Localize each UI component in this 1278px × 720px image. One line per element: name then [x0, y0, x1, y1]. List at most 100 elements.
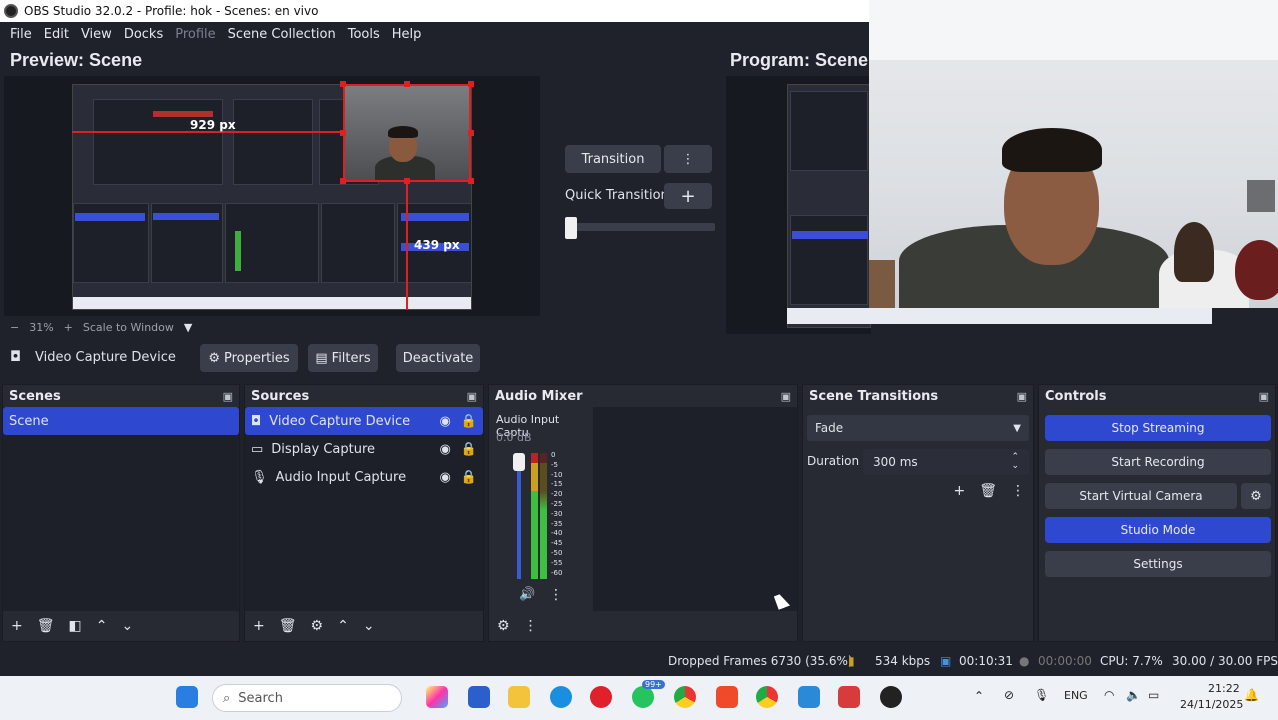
menu-view[interactable]: View: [75, 27, 118, 42]
tbar-handle[interactable]: [565, 217, 577, 239]
gear-icon[interactable]: ⚙: [311, 618, 324, 634]
transition-select[interactable]: Fade ▼: [807, 415, 1029, 441]
move-up-icon[interactable]: ⌃: [96, 618, 108, 634]
volume-slider-handle[interactable]: [513, 453, 525, 471]
more-vertical-icon[interactable]: ⋮: [524, 618, 538, 634]
popout-icon[interactable]: ▣: [223, 390, 233, 403]
tbar-slider[interactable]: [565, 223, 715, 231]
studio-mode-button[interactable]: Studio Mode: [1045, 517, 1271, 543]
copilot-icon[interactable]: [426, 686, 448, 708]
window-title: OBS Studio 32.0.2 - Profile: hok - Scene…: [24, 4, 319, 18]
db-scale-tick: -5: [551, 460, 558, 469]
brave-icon[interactable]: [716, 686, 738, 708]
add-quick-transition-button[interactable]: +: [664, 183, 712, 209]
scene-filter-icon[interactable]: ◧: [69, 618, 82, 634]
windows-start-icon[interactable]: [176, 686, 198, 708]
chrome-icon[interactable]: [674, 686, 696, 708]
network-off-icon[interactable]: ⊘: [1004, 688, 1014, 702]
sources-dock: Sources ▣ ◘ Video Capture Device ◉ 🔒 ▭ Displ…: [244, 384, 484, 642]
battery-icon[interactable]: ▭: [1148, 688, 1159, 702]
trash-icon[interactable]: 🗑: [279, 618, 297, 634]
wifi-icon[interactable]: ◠: [1104, 688, 1114, 702]
menu-scene-collection[interactable]: Scene Collection: [222, 27, 342, 42]
volume-slider-track[interactable]: [517, 453, 521, 579]
eye-icon[interactable]: ◉: [439, 470, 450, 485]
duration-value: 300 ms: [873, 455, 918, 469]
program-canvas: [726, 76, 871, 334]
trash-icon[interactable]: 🗑: [979, 483, 997, 499]
microphone-icon[interactable]: 🎙: [1034, 688, 1049, 702]
stream-time: 00:10:31: [959, 654, 1013, 668]
speaker-icon[interactable]: 🔊: [519, 587, 535, 602]
filters-button[interactable]: ▤ Filters: [308, 344, 378, 372]
more-vertical-icon[interactable]: ⋮: [549, 587, 563, 603]
whatsapp-icon[interactable]: [632, 686, 654, 708]
spinner-icon[interactable]: ⌃ ⌄: [1011, 453, 1019, 471]
source-label: Video Capture Device: [269, 413, 411, 429]
quick-transitions-label: Quick Transitions: [565, 188, 676, 203]
start-virtual-camera-button[interactable]: Start Virtual Camera: [1045, 483, 1237, 509]
filters-label: Filters: [331, 350, 371, 366]
chevron-down-icon[interactable]: ▼: [184, 321, 192, 334]
advanced-audio-icon[interactable]: ⚙: [497, 618, 510, 634]
duration-input[interactable]: 300 ms ⌃ ⌄: [863, 449, 1029, 475]
stop-streaming-button[interactable]: Stop Streaming: [1045, 415, 1271, 441]
lock-icon[interactable]: 🔒: [461, 442, 477, 457]
lock-icon[interactable]: 🔒: [461, 414, 477, 429]
move-down-icon[interactable]: ⌄: [363, 618, 375, 634]
zoom-mode[interactable]: Scale to Window: [83, 321, 174, 334]
snipping-icon[interactable]: [838, 686, 860, 708]
menu-profile[interactable]: Profile: [169, 27, 221, 42]
add-scene-icon[interactable]: +: [11, 618, 23, 634]
clock-date[interactable]: 24/11/2025: [1180, 698, 1243, 711]
bell-icon[interactable]: 🔔: [1244, 688, 1259, 702]
chrome-profile-icon[interactable]: [756, 686, 778, 708]
zoom-out-icon[interactable]: −: [10, 321, 19, 334]
virtual-camera-settings-button[interactable]: ⚙: [1241, 483, 1271, 509]
properties-button[interactable]: ⚙ Properties: [200, 344, 298, 372]
menu-edit[interactable]: Edit: [38, 27, 75, 42]
transition-button[interactable]: Transition: [565, 145, 661, 173]
popout-icon[interactable]: ▣: [1259, 390, 1269, 403]
program-title: Program: Scene: [730, 50, 869, 70]
menu-tools[interactable]: Tools: [342, 27, 386, 42]
source-item-video-capture[interactable]: ◘ Video Capture Device ◉ 🔒: [245, 407, 483, 435]
db-scale: 0 -5 -10 -15 -20 -25 -30 -35 -40 -45 -50 -55 -60: [551, 451, 562, 578]
start-recording-button[interactable]: Start Recording: [1045, 449, 1271, 475]
source-item-display-capture[interactable]: ▭ Display Capture ◉ 🔒: [245, 435, 483, 463]
menu-file[interactable]: File: [4, 27, 38, 42]
chevron-up-icon[interactable]: ⌃: [974, 689, 984, 703]
lock-icon[interactable]: 🔒: [461, 470, 477, 485]
popout-icon[interactable]: ▣: [467, 390, 477, 403]
deactivate-button[interactable]: Deactivate: [396, 344, 480, 372]
transition-menu-button[interactable]: ⋮: [664, 145, 712, 173]
scene-item[interactable]: Scene: [3, 407, 239, 435]
clock-time[interactable]: 21:22: [1208, 682, 1240, 695]
preview-selected-source[interactable]: [343, 84, 471, 182]
menu-help[interactable]: Help: [386, 27, 428, 42]
obs-taskbar-icon[interactable]: [880, 686, 902, 708]
folder-icon[interactable]: [508, 686, 530, 708]
opera-icon[interactable]: [590, 686, 612, 708]
edge-icon[interactable]: [550, 686, 572, 708]
menu-bar: File Edit View Docks Profile Scene Colle…: [0, 22, 870, 46]
app-icon[interactable]: [798, 686, 820, 708]
add-transition-icon[interactable]: +: [953, 483, 965, 499]
zoom-in-icon[interactable]: +: [64, 321, 73, 334]
volume-icon[interactable]: 🔈: [1126, 688, 1141, 702]
source-item-audio-input[interactable]: 🎙 Audio Input Capture ◉ 🔒: [245, 463, 483, 491]
trash-icon[interactable]: 🗑: [37, 618, 55, 634]
taskbar-search[interactable]: ⌕ Search: [212, 684, 402, 712]
settings-button[interactable]: Settings: [1045, 551, 1271, 577]
popout-icon[interactable]: ▣: [1017, 390, 1027, 403]
move-up-icon[interactable]: ⌃: [337, 618, 349, 634]
eye-icon[interactable]: ◉: [439, 442, 450, 457]
menu-docks[interactable]: Docks: [118, 27, 169, 42]
eye-icon[interactable]: ◉: [439, 414, 450, 429]
store-icon[interactable]: [468, 686, 490, 708]
popout-icon[interactable]: ▣: [781, 390, 791, 403]
add-source-icon[interactable]: +: [253, 618, 265, 634]
language-indicator[interactable]: ENG: [1064, 689, 1088, 702]
move-down-icon[interactable]: ⌄: [121, 618, 133, 634]
more-vertical-icon[interactable]: ⋮: [1011, 483, 1025, 499]
